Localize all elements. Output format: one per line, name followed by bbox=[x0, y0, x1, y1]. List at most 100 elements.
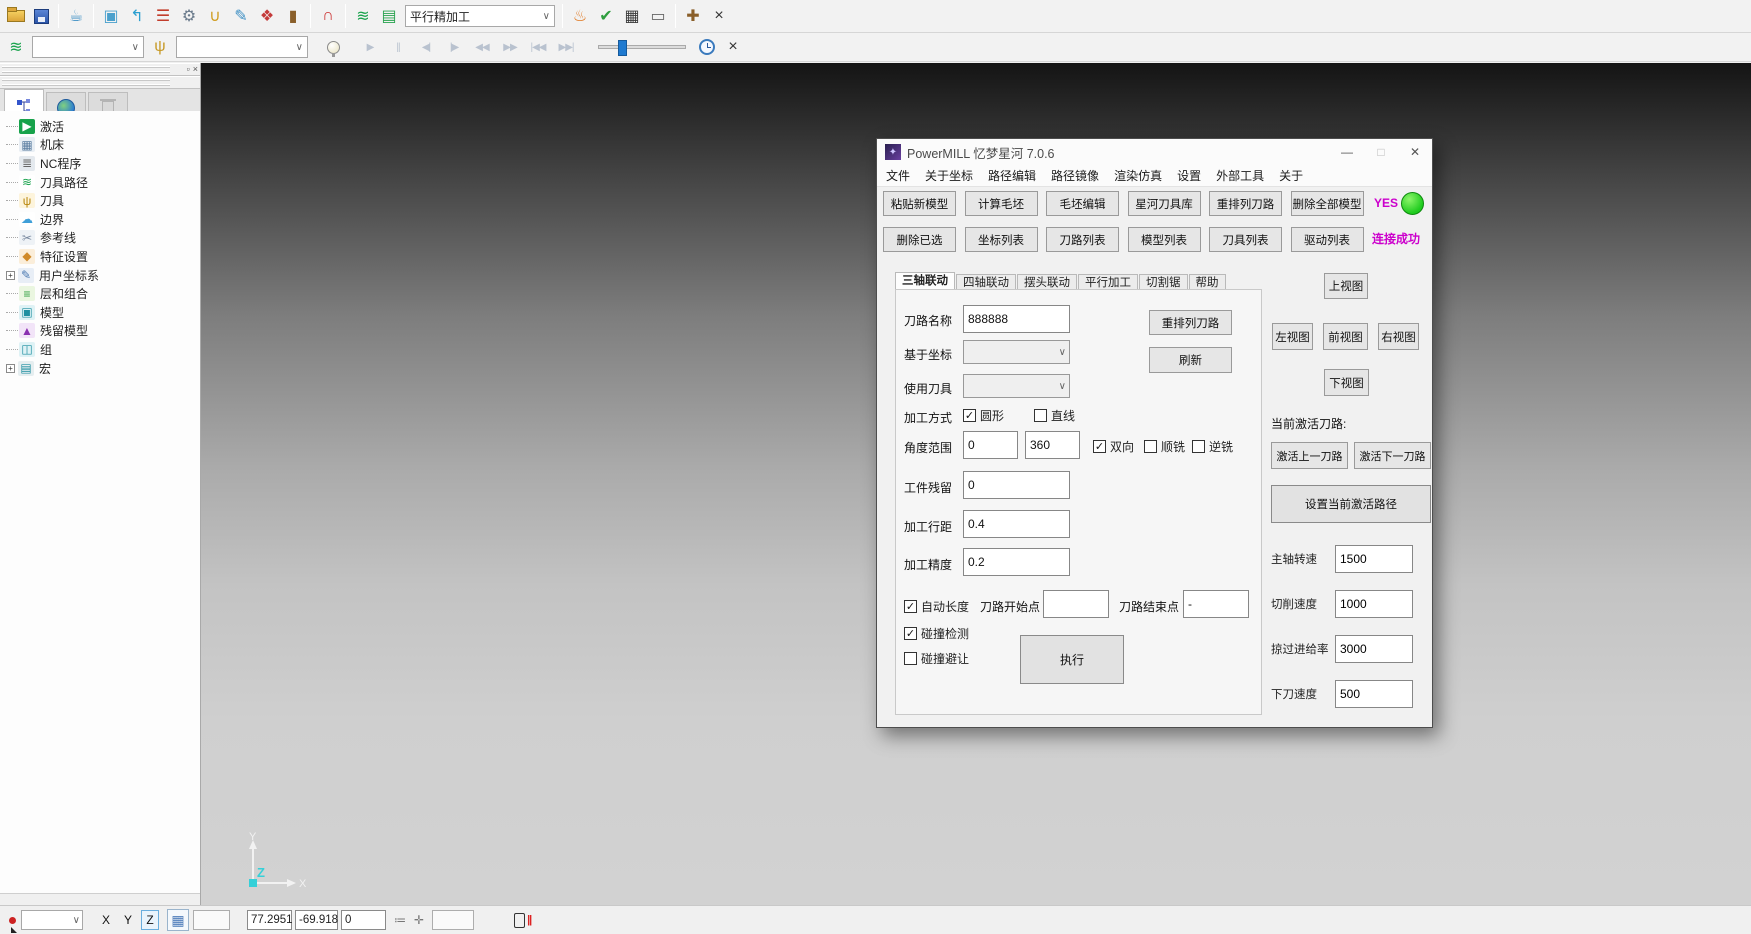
ball-tool-icon[interactable]: ⚙ bbox=[177, 4, 201, 28]
tree-item-models[interactable]: ▣模型 bbox=[6, 303, 200, 322]
dialog-tab-2[interactable]: 摆头联动 bbox=[1017, 274, 1077, 290]
dialog-action-button[interactable]: 星河刀具库 bbox=[1128, 191, 1201, 216]
cursor-x-field[interactable]: 77.2951 bbox=[247, 910, 292, 930]
toolpath-strategy-icon[interactable]: ↰ bbox=[125, 4, 149, 28]
activate-next-toolpath-button[interactable]: 激活下一刀路 bbox=[1354, 442, 1431, 469]
refresh-button[interactable]: 刷新 bbox=[1149, 347, 1232, 373]
circle-checkbox[interactable]: 圆形 bbox=[963, 407, 1004, 424]
execute-button[interactable]: 执行 bbox=[1020, 635, 1124, 684]
tree-item-toolpaths[interactable]: ≋刀具路径 bbox=[6, 173, 200, 192]
view-left-button[interactable]: 左视图 bbox=[1272, 323, 1313, 350]
checkbox-box[interactable] bbox=[904, 600, 917, 613]
checkbox-box[interactable] bbox=[904, 627, 917, 640]
view-right-button[interactable]: 右视图 bbox=[1378, 323, 1419, 350]
calculator-icon[interactable]: ▦ bbox=[620, 4, 644, 28]
menu-item[interactable]: 渲染仿真 bbox=[1114, 167, 1162, 184]
dialog-action-button[interactable]: 重排列刀路 bbox=[1209, 191, 1282, 216]
measure-icon[interactable]: ▭ bbox=[646, 4, 670, 28]
powermill-logo-icon[interactable]: ≋ bbox=[351, 4, 375, 28]
tree-item-stock-models[interactable]: ▲残留模型 bbox=[6, 322, 200, 341]
play-icon[interactable]: ▶ bbox=[357, 35, 383, 59]
angle-from-input[interactable] bbox=[963, 431, 1018, 459]
tool-select-combobox[interactable]: ∨ bbox=[176, 36, 308, 58]
expand-icon[interactable]: + bbox=[6, 364, 15, 373]
dialog-action-button[interactable]: 驱动列表 bbox=[1291, 227, 1364, 252]
param-input[interactable] bbox=[1335, 635, 1413, 663]
lightbulb-icon[interactable] bbox=[327, 41, 340, 54]
dialog-action-button[interactable]: 删除已选 bbox=[883, 227, 956, 252]
panel-close-icon[interactable]: × bbox=[193, 64, 198, 74]
points-pattern-icon[interactable]: ❖ bbox=[255, 4, 279, 28]
param-input[interactable] bbox=[1335, 545, 1413, 573]
view-bottom-button[interactable]: 下视图 bbox=[1324, 369, 1369, 396]
open-file-icon[interactable] bbox=[7, 10, 25, 22]
tool-combobox[interactable]: ∨ bbox=[963, 374, 1070, 398]
skip-end-icon[interactable]: ▶▶| bbox=[553, 35, 579, 59]
toolpath-name-input[interactable] bbox=[963, 305, 1070, 333]
tree-item-workplanes[interactable]: +✎用户坐标系 bbox=[6, 266, 200, 285]
axis-z-button[interactable]: Z bbox=[141, 910, 159, 930]
u-slot-icon[interactable]: ∪ bbox=[203, 4, 227, 28]
dialog-action-button[interactable]: 模型列表 bbox=[1128, 227, 1201, 252]
angle-to-input[interactable] bbox=[1025, 431, 1080, 459]
collision-avoid-checkbox[interactable]: 碰撞避让 bbox=[904, 650, 969, 667]
tree-item-levels-sets[interactable]: ≡层和组合 bbox=[6, 284, 200, 303]
panel-gripper[interactable]: ▫ × bbox=[0, 63, 200, 76]
tolerance-field[interactable] bbox=[432, 910, 474, 930]
stepover-input[interactable] bbox=[963, 510, 1070, 538]
checkbox-box[interactable] bbox=[1093, 440, 1106, 453]
expand-icon[interactable]: + bbox=[6, 271, 15, 280]
coordinate-list-icon[interactable]: ≔ bbox=[394, 913, 406, 927]
close-toolbar-icon[interactable]: × bbox=[707, 4, 731, 28]
maximize-button[interactable]: □ bbox=[1364, 139, 1398, 165]
param-input[interactable] bbox=[1335, 680, 1413, 708]
panel-gripper[interactable] bbox=[0, 76, 200, 89]
block-icon[interactable]: ▣ bbox=[99, 4, 123, 28]
bidirectional-checkbox[interactable]: 双向 bbox=[1093, 438, 1134, 455]
menu-item[interactable]: 关于 bbox=[1279, 167, 1303, 184]
verify-tool-icon[interactable]: ✔ bbox=[594, 4, 618, 28]
cursor-y-field[interactable]: -69.918 bbox=[295, 910, 338, 930]
menu-item[interactable]: 外部工具 bbox=[1216, 167, 1264, 184]
slider-handle[interactable] bbox=[618, 40, 627, 56]
save-icon[interactable] bbox=[34, 9, 49, 24]
dialog-action-button[interactable]: 毛坯编辑 bbox=[1046, 191, 1119, 216]
strategy-combobox[interactable]: 平行精加工∨ bbox=[405, 5, 555, 27]
tool-search-icon[interactable]: ψ bbox=[148, 35, 172, 59]
tree-item-feature-sets[interactable]: ◆特征设置 bbox=[6, 247, 200, 266]
cursor-z-field[interactable]: 0 bbox=[341, 910, 386, 930]
checkbox-box[interactable] bbox=[963, 409, 976, 422]
checkbox-box[interactable] bbox=[1144, 440, 1157, 453]
locate-point-icon[interactable]: ✛ bbox=[414, 913, 424, 927]
nc-program-icon[interactable]: ☰ bbox=[151, 4, 175, 28]
menu-item[interactable]: 文件 bbox=[886, 167, 910, 184]
view-front-button[interactable]: 前视图 bbox=[1323, 323, 1368, 350]
dialog-action-button[interactable]: 删除全部模型 bbox=[1291, 191, 1364, 216]
step-forward-icon[interactable]: |▶ bbox=[441, 35, 467, 59]
tree-item-activate[interactable]: ▶激活 bbox=[6, 117, 200, 136]
auto-length-checkbox[interactable]: 自动长度 bbox=[904, 598, 969, 615]
line-checkbox[interactable]: 直线 bbox=[1034, 407, 1075, 424]
dialog-tab-5[interactable]: 帮助 bbox=[1189, 274, 1226, 290]
tree-item-nc-programs[interactable]: ≣NC程序 bbox=[6, 154, 200, 173]
dialog-titlebar[interactable]: ✦ PowerMILL 忆梦星河 7.0.6 — □ ✕ bbox=[877, 139, 1432, 165]
dialog-tab-4[interactable]: 切割锯 bbox=[1139, 274, 1188, 290]
axis-y-button[interactable]: Y bbox=[119, 910, 137, 930]
tree-item-patterns[interactable]: ✂参考线 bbox=[6, 229, 200, 248]
dialog-tab-0[interactable]: 三轴联动 bbox=[895, 272, 955, 290]
dialog-action-button[interactable]: 粘贴新模型 bbox=[883, 191, 956, 216]
menu-item[interactable]: 路径镜像 bbox=[1051, 167, 1099, 184]
statusbar-combobox[interactable]: ∨ bbox=[21, 910, 83, 930]
viewport-canvas[interactable]: Y X Z ✦ PowerMILL 忆梦星河 7.0.6 — □ ✕ 文件关于坐… bbox=[201, 63, 1751, 905]
menu-item[interactable]: 关于坐标 bbox=[925, 167, 973, 184]
axis-x-button[interactable]: X bbox=[97, 910, 115, 930]
tree-item-macros[interactable]: +▤宏 bbox=[6, 359, 200, 378]
grid-snap-icon[interactable]: ▦ bbox=[167, 909, 189, 931]
rearrange-toolpaths-button[interactable]: 重排列刀路 bbox=[1149, 310, 1232, 335]
toolpath-start-input[interactable] bbox=[1043, 590, 1109, 618]
close-toolbar-icon[interactable]: × bbox=[721, 35, 745, 59]
grid-size-field[interactable] bbox=[193, 910, 230, 930]
checkbox-box[interactable] bbox=[1034, 409, 1047, 422]
tool-holder-icon[interactable]: ▮ bbox=[281, 4, 305, 28]
dialog-tab-1[interactable]: 四轴联动 bbox=[956, 274, 1016, 290]
